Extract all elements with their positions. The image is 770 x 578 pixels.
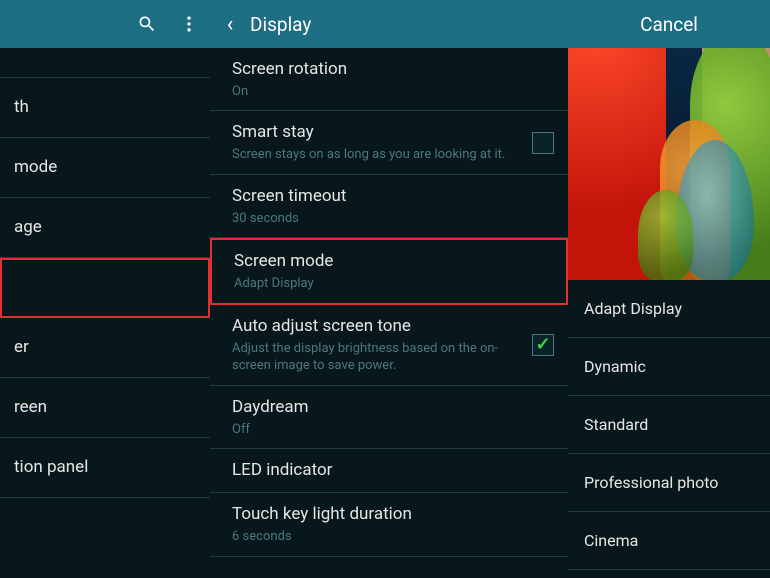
option-adapt-display[interactable]: Adapt Display (568, 280, 770, 338)
mode-options: Adapt Display Dynamic Standard Professio… (568, 280, 770, 578)
item-screen-mode[interactable]: Screen mode Adapt Display (210, 238, 568, 304)
item-sub: On (232, 83, 552, 101)
left-item-label: reen (14, 396, 196, 419)
left-item-label: age (14, 216, 196, 239)
item-sub: Adjust the display brightness based on t… (232, 340, 518, 375)
header-screen-mode: Cancel (568, 0, 770, 48)
cancel-button[interactable]: Cancel (568, 13, 770, 36)
left-item-0[interactable]: th (0, 78, 210, 138)
item-label: Daydream (232, 396, 552, 419)
more-icon[interactable] (168, 0, 210, 48)
left-list: th mode age er reen tion panel (0, 48, 210, 578)
item-label: Touch key light duration (232, 503, 552, 526)
back-icon[interactable]: ‹ (210, 0, 250, 48)
item-label: LED indicator (232, 459, 552, 482)
item-daydream[interactable]: Daydream Off (210, 386, 568, 449)
left-item-4[interactable]: er (0, 318, 210, 378)
screen-mode-panel: Cancel Adapt Display Dynamic Standard Pr… (568, 0, 770, 578)
left-item-label: tion panel (14, 456, 196, 479)
left-item-label: th (14, 96, 196, 119)
left-item-highlighted[interactable] (0, 258, 210, 318)
header-left (0, 0, 210, 48)
header-display: ‹ Display (210, 0, 568, 48)
checkbox-smart-stay[interactable] (532, 132, 554, 154)
left-item-2[interactable]: age (0, 198, 210, 258)
item-touch-key-duration[interactable]: Touch key light duration 6 seconds (210, 493, 568, 556)
item-label: Auto adjust screen tone (232, 315, 518, 338)
item-auto-adjust-tone[interactable]: Auto adjust screen tone Adjust the displ… (210, 305, 568, 386)
search-icon[interactable] (126, 0, 168, 48)
item-screen-rotation[interactable]: Screen rotation On (210, 48, 568, 111)
header-title: Display (250, 13, 568, 36)
option-dynamic[interactable]: Dynamic (568, 338, 770, 396)
item-screen-timeout[interactable]: Screen timeout 30 seconds (210, 175, 568, 238)
display-list: Screen rotation On Smart stay Screen sta… (210, 48, 568, 578)
left-item-5[interactable]: reen (0, 378, 210, 438)
preview-image (568, 48, 770, 280)
item-sub: 30 seconds (232, 210, 552, 228)
left-item-6[interactable]: tion panel (0, 438, 210, 498)
settings-panel-left: th mode age er reen tion panel (0, 0, 210, 578)
checkbox-auto-adjust[interactable] (532, 334, 554, 356)
item-smart-stay[interactable]: Smart stay Screen stays on as long as yo… (210, 111, 568, 174)
item-sub: 6 seconds (232, 528, 552, 546)
item-label: Screen timeout (232, 185, 552, 208)
option-cinema[interactable]: Cinema (568, 512, 770, 570)
option-standard[interactable]: Standard (568, 396, 770, 454)
left-item-1[interactable]: mode (0, 138, 210, 198)
option-professional-photo[interactable]: Professional photo (568, 454, 770, 512)
item-label: Smart stay (232, 121, 518, 144)
left-item-label: er (14, 336, 196, 359)
item-label: Screen mode (234, 250, 550, 273)
item-label: Screen rotation (232, 58, 552, 81)
item-sub: Screen stays on as long as you are looki… (232, 146, 518, 164)
item-sub: Off (232, 421, 552, 439)
display-settings-panel: ‹ Display Screen rotation On Smart stay … (210, 0, 568, 578)
left-item-label: mode (14, 156, 196, 179)
item-led-indicator[interactable]: LED indicator (210, 449, 568, 493)
item-sub: Adapt Display (234, 275, 550, 293)
